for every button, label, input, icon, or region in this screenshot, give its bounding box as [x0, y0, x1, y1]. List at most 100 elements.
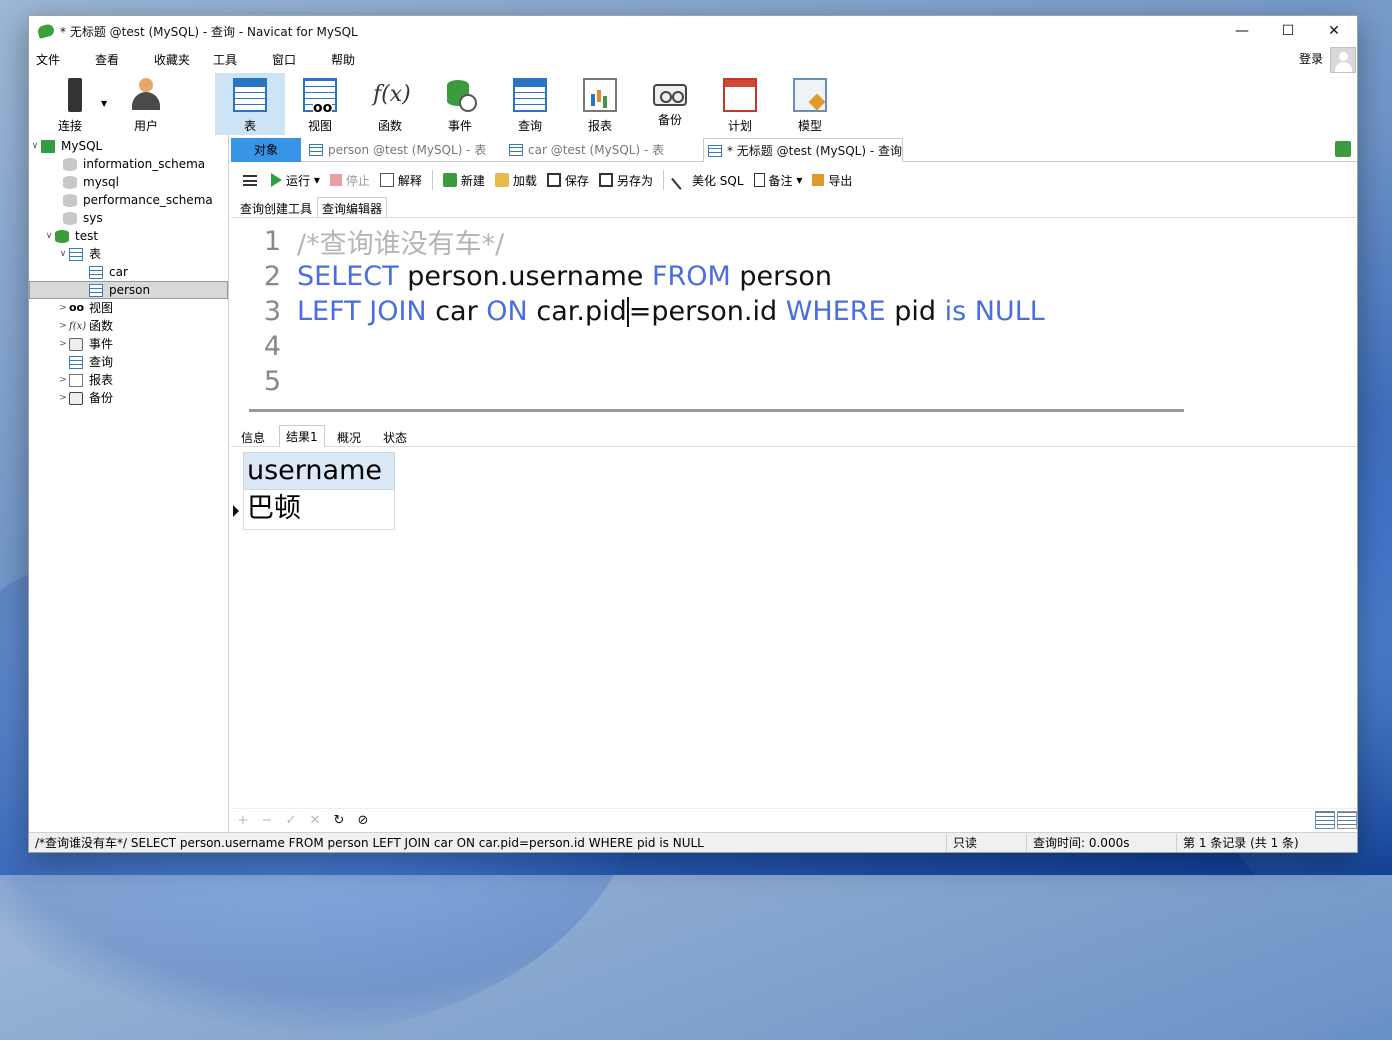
refresh-button[interactable]: ↻ [327, 813, 351, 828]
run-button[interactable]: 运行 ▾ [271, 172, 320, 189]
collapse-icon[interactable]: ∨ [29, 137, 41, 155]
toolbar-view-button[interactable]: 视图 [285, 73, 355, 135]
tree-node-table-car[interactable]: car [89, 263, 128, 281]
beautify-sql-button[interactable]: 美化 SQL [671, 170, 744, 190]
export-button[interactable]: 导出 [812, 172, 852, 189]
tree-node-backups[interactable]: > 备份 [57, 389, 113, 407]
comment-button[interactable]: 备注 ▾ [753, 172, 802, 189]
connect-dropdown-arrow[interactable]: ▼ [101, 99, 107, 108]
line-number: 2 [263, 261, 281, 292]
new-tab-icon[interactable] [1335, 141, 1351, 157]
toolbar-separator [662, 170, 664, 190]
status-bar: /*查询谁没有车*/ SELECT person.username FROM p… [29, 832, 1357, 852]
tree-node-mysql-db[interactable]: mysql [63, 173, 119, 191]
menu-favorites[interactable]: 收藏夹 [148, 51, 206, 68]
add-record-button[interactable]: + [231, 813, 255, 828]
sql-keyword: SELECT [297, 261, 399, 292]
toolbar-report-button[interactable]: 报表 [565, 73, 635, 135]
line-number: 4 [263, 331, 281, 362]
table-icon [309, 144, 323, 156]
status-record-count: 第 1 条记录 (共 1 条) [1183, 836, 1299, 850]
expand-icon[interactable]: > [57, 317, 69, 335]
toolbar-function-button[interactable]: f(x) 函数 [355, 73, 425, 135]
sql-identifier: car.pid [536, 296, 627, 327]
tree-node-reports[interactable]: > 报表 [57, 371, 113, 389]
grid-view-icon[interactable] [1315, 811, 1335, 829]
mysql-connection-icon [41, 139, 55, 153]
tab-query-builder[interactable]: 查询创建工具 [235, 197, 317, 217]
report-icon [583, 78, 617, 112]
expand-icon[interactable]: > [57, 335, 69, 353]
toolbar-schedule-button[interactable]: 计划 [705, 73, 775, 135]
status-divider [946, 834, 947, 852]
stop-fetch-button[interactable]: ⊘ [351, 813, 375, 828]
tree-node-table-person[interactable]: person [29, 281, 228, 299]
toolbar-table-button[interactable]: 表 [215, 73, 285, 135]
explain-button[interactable]: 解释 [379, 172, 422, 189]
form-view-icon[interactable] [1337, 811, 1357, 829]
tab-profile[interactable]: 概况 [331, 427, 367, 448]
tree-node-sys[interactable]: sys [63, 209, 103, 227]
apply-changes-button[interactable]: ✓ [279, 813, 303, 828]
tab-car-table[interactable]: car @test (MySQL) - 表 [505, 138, 701, 162]
login-link[interactable]: 登录 [1299, 50, 1323, 67]
tab-untitled-query[interactable]: * 无标题 @test (MySQL) - 查询 [703, 138, 903, 162]
tree-node-events[interactable]: > 事件 [57, 335, 113, 353]
minimize-button[interactable]: — [1219, 16, 1265, 46]
expand-icon[interactable]: > [57, 389, 69, 407]
avatar[interactable] [1330, 47, 1356, 73]
editor-line: 1 /*查询谁没有车*/ [231, 224, 504, 260]
collapse-icon[interactable]: ∨ [57, 245, 69, 263]
toolbar-backup-button[interactable]: 备份 [635, 73, 705, 135]
toolbar-connect-button[interactable]: 连接 [35, 73, 105, 135]
stop-button[interactable]: 停止 [329, 172, 370, 189]
close-button[interactable]: ✕ [1311, 16, 1357, 46]
column-header-username[interactable]: username [243, 452, 395, 490]
menu-icon[interactable] [243, 174, 257, 186]
menu-view[interactable]: 查看 [89, 51, 147, 68]
sql-keyword: WHERE [785, 296, 886, 327]
sql-keyword: is NULL [944, 296, 1045, 327]
tree-node-tables[interactable]: ∨ 表 [57, 245, 101, 263]
sql-editor[interactable]: 1 /*查询谁没有车*/ 2 SELECT person.username FR… [231, 217, 1357, 403]
editor-line: 2 SELECT person.username FROM person [231, 259, 832, 294]
tab-person-table[interactable]: person @test (MySQL) - 表 [305, 138, 501, 162]
menu-file[interactable]: 文件 [30, 51, 88, 68]
tree-node-views[interactable]: > 视图 [57, 299, 113, 317]
toolbar-model-button[interactable]: 模型 [775, 73, 845, 135]
expand-icon[interactable]: > [57, 371, 69, 389]
tree-node-information-schema[interactable]: information_schema [63, 155, 205, 173]
new-query-button[interactable]: 新建 [442, 172, 485, 189]
menu-tools[interactable]: 工具 [207, 51, 265, 68]
discard-changes-button[interactable]: ✕ [303, 813, 327, 828]
toolbar-event-button[interactable]: 事件 [425, 73, 495, 135]
line-number: 1 [263, 226, 281, 257]
collapse-icon[interactable]: ∨ [43, 227, 55, 245]
table-row[interactable]: 巴顿 [243, 490, 395, 530]
save-icon [546, 173, 561, 187]
calendar-icon [723, 78, 757, 112]
menu-window[interactable]: 窗口 [266, 51, 324, 68]
maximize-button[interactable]: ☐ [1265, 16, 1311, 46]
save-as-button[interactable]: 另存为 [598, 172, 653, 189]
tree-node-mysql[interactable]: ∨ MySQL [29, 137, 103, 155]
tab-query-editor[interactable]: 查询编辑器 [317, 197, 388, 217]
delete-record-button[interactable]: − [255, 813, 279, 828]
tab-objects[interactable]: 对象 [231, 138, 301, 162]
report-icon [69, 373, 83, 387]
load-button[interactable]: 加载 [494, 172, 537, 189]
expand-icon[interactable]: > [57, 299, 69, 317]
toolbar-query-button[interactable]: 查询 [495, 73, 565, 135]
tab-result1[interactable]: 结果1 [279, 425, 325, 447]
tree-node-test[interactable]: ∨ test [43, 227, 98, 245]
menu-help[interactable]: 帮助 [325, 51, 383, 68]
toolbar-user-button[interactable]: 用户 [111, 73, 181, 135]
tab-info[interactable]: 信息 [235, 427, 271, 448]
editor-horizontal-scrollbar[interactable] [249, 409, 1184, 412]
navicat-window: * 无标题 @test (MySQL) - 查询 - Navicat for M… [28, 15, 1358, 853]
tree-node-functions[interactable]: > 函数 [57, 317, 113, 336]
tab-status[interactable]: 状态 [377, 427, 413, 448]
tree-node-performance-schema[interactable]: performance_schema [63, 191, 213, 209]
tree-node-queries[interactable]: 查询 [69, 353, 113, 371]
save-button[interactable]: 保存 [546, 172, 589, 189]
